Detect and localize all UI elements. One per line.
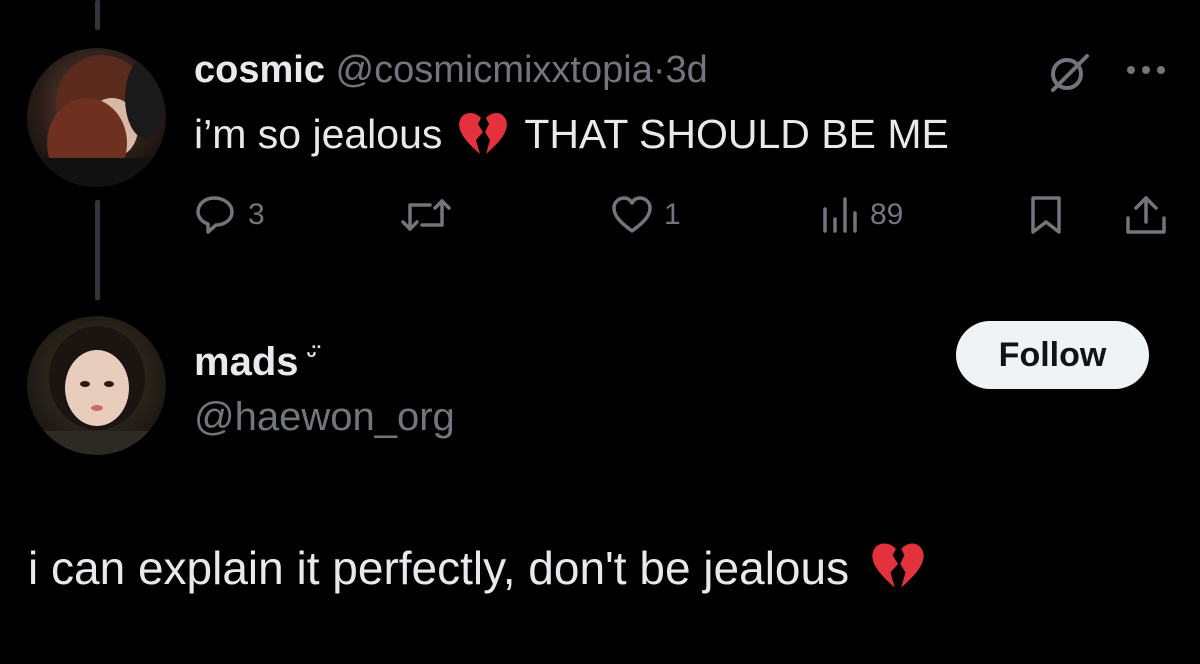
tweet-text-part-1: i’m so jealous (194, 111, 443, 157)
reply-author-name[interactable]: mads (194, 340, 299, 384)
like-action[interactable]: 1 (610, 190, 681, 240)
retweet-icon (400, 195, 452, 235)
avatar-mads[interactable] (27, 316, 166, 455)
parent-tweet-text: i’m so jealous THAT SHOULD BE ME (194, 110, 949, 158)
follow-button[interactable]: Follow (956, 321, 1149, 389)
tweet-text-part-2: THAT SHOULD BE ME (524, 111, 949, 157)
views-action[interactable]: 89 (820, 190, 903, 240)
reply-text-body: i can explain it perfectly, don't be jea… (28, 542, 850, 594)
author-name[interactable]: cosmic (194, 49, 325, 91)
reply-count: 3 (248, 198, 265, 231)
views-icon (820, 195, 860, 235)
reply-action[interactable]: 3 (194, 190, 265, 240)
reply-author-name-row[interactable]: mads ᵕ̈ (194, 333, 317, 385)
share-icon (1124, 194, 1168, 236)
share-action[interactable] (1124, 190, 1168, 240)
author-handle[interactable]: @cosmicmixxtopia (336, 49, 653, 91)
reply-tweet-text: i can explain it perfectly, don't be jea… (28, 540, 941, 596)
reply-icon (194, 194, 238, 236)
views-count: 89 (870, 198, 904, 231)
thread-line-bottom (95, 200, 100, 300)
bookmark-icon (1028, 194, 1064, 236)
grok-icon[interactable] (1045, 50, 1093, 94)
more-icon[interactable] (1125, 60, 1169, 80)
separator-dot: · (652, 49, 666, 91)
like-count: 1 (664, 198, 681, 231)
reply-author-handle[interactable]: @haewon_org (194, 394, 455, 440)
parent-tweet-header: cosmic @cosmicmixxtopia·3d (194, 48, 708, 92)
thread-line-top (95, 0, 100, 30)
bookmark-action[interactable] (1028, 190, 1064, 240)
name-emoticon: ᵕ̈ (306, 342, 317, 369)
like-icon (610, 195, 654, 235)
broken-heart-emoji (869, 540, 927, 592)
broken-heart-emoji (456, 110, 510, 158)
tweet-time[interactable]: 3d (666, 49, 708, 91)
retweet-action[interactable] (400, 190, 452, 240)
avatar-cosmic[interactable] (27, 48, 166, 187)
